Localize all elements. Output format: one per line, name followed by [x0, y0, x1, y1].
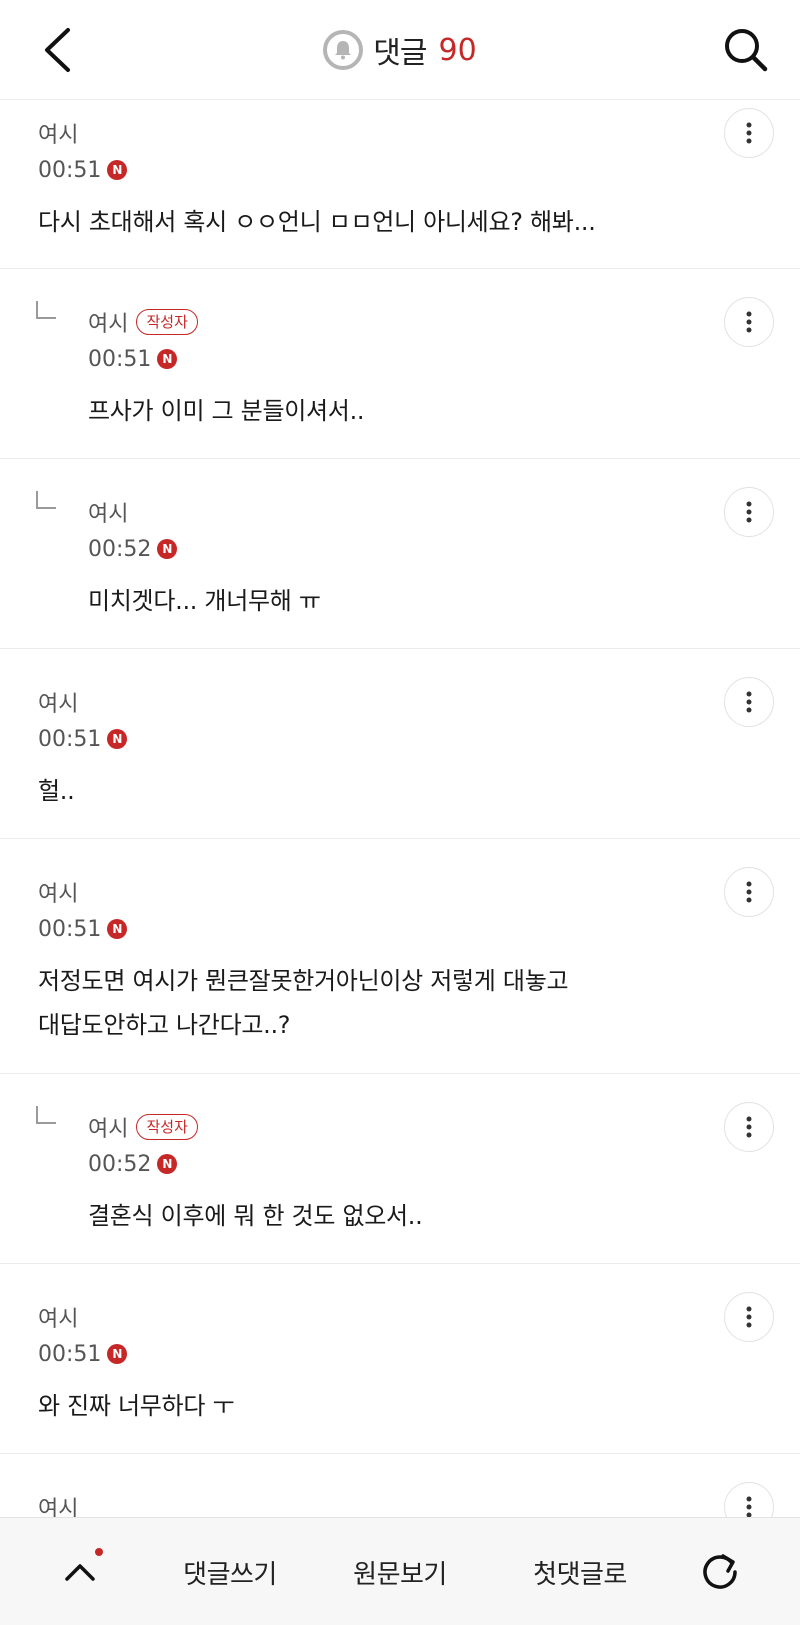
- comment-time: 00:51: [38, 726, 102, 752]
- comment-time: 00:52: [88, 1151, 152, 1177]
- comment-time: 00:51: [38, 157, 102, 183]
- new-badge: N: [107, 729, 128, 749]
- author-name[interactable]: 여시: [88, 496, 128, 528]
- refresh-icon: [703, 1554, 737, 1589]
- more-options-button[interactable]: [724, 867, 774, 917]
- reply-item: 여시 00:52 N 미치겟다... 개너무해 ㅠ: [0, 459, 800, 649]
- author-name[interactable]: 여시: [88, 306, 128, 338]
- comment-text: 결혼식 이후에 뭐 한 것도 없오서..: [88, 1202, 423, 1230]
- comment-text: 프사가 이미 그 분들이셔서..: [88, 397, 365, 425]
- comment-body: 여시 00:51 N 저정도면 여시가 뭔큰잘못한거아닌이상 저렇게 대놓고 대…: [38, 875, 690, 1047]
- search-icon: [725, 29, 768, 72]
- comments-title-group: 댓글 90: [0, 26, 800, 74]
- comment-body: 여시 00:51 N 헐..: [38, 685, 690, 813]
- time-row: 00:52 N: [88, 531, 690, 567]
- author-name[interactable]: 여시: [88, 1111, 128, 1143]
- bell-icon[interactable]: [323, 30, 364, 70]
- reply-item: 여시 작성자 00:52 N 결혼식 이후에 뭐 한 것도 없오서..: [0, 1074, 800, 1264]
- comment-time: 00:51: [38, 1341, 102, 1367]
- author-row: 여시: [38, 1300, 690, 1334]
- comment-time: 00:52: [88, 536, 152, 562]
- new-badge: N: [157, 349, 178, 369]
- comment-body: 여시 작성자 00:51 N 프사가 이미 그 분들이셔서..: [88, 305, 690, 433]
- bottom-toolbar: 댓글쓰기 원문보기 첫댓글로: [0, 1517, 800, 1625]
- comment-text-line: 저정도면 여시가 뭔큰잘못한거아닌이상 저렇게 대놓고: [38, 967, 569, 995]
- comment-text: 미치겟다... 개너무해 ㅠ: [88, 587, 321, 615]
- comment-time: 00:51: [88, 346, 152, 372]
- author-row: 여시: [38, 685, 690, 719]
- author-name[interactable]: 여시: [38, 117, 78, 149]
- more-options-button[interactable]: [724, 1292, 774, 1342]
- comment-body: 여시 00:51 N 다시 초대해서 혹시 ㅇㅇ언니 ㅁㅁ언니 아니세요? 해봐…: [38, 116, 690, 244]
- author-name[interactable]: 여시: [38, 876, 78, 908]
- comment-text: 와 진짜 너무하다 ㅜ: [38, 1392, 235, 1420]
- more-options-button[interactable]: [724, 108, 774, 158]
- author-row: 여시 작성자: [88, 305, 690, 339]
- reply-item: 여시 작성자 00:51 N 프사가 이미 그 분들이셔서..: [0, 269, 800, 459]
- time-row: 00:51 N: [38, 721, 690, 757]
- author-name[interactable]: 여시: [38, 686, 78, 718]
- time-row: 00:51 N: [88, 341, 690, 377]
- author-badge: 작성자: [136, 1114, 198, 1140]
- comment-item: 여시 00:51 N 저정도면 여시가 뭔큰잘못한거아닌이상 저렇게 대놓고 대…: [0, 839, 800, 1074]
- reply-indicator-icon: [36, 301, 56, 319]
- chevron-up-icon: [65, 1564, 95, 1581]
- comment-text: 저정도면 여시가 뭔큰잘못한거아닌이상 저렇게 대놓고 대답도안하고 나간다고.…: [38, 959, 690, 1047]
- page-title: 댓글: [373, 36, 427, 71]
- author-badge: 작성자: [136, 309, 198, 335]
- author-row: 여시: [38, 116, 690, 150]
- author-row: 여시: [88, 495, 690, 529]
- comment-body: 여시 00:51 N 와 진짜 너무하다 ㅜ: [38, 1300, 690, 1428]
- author-row: 여시 작성자: [88, 1110, 690, 1144]
- time-row: 00:51 N: [38, 911, 690, 947]
- more-vertical-icon: [746, 1116, 752, 1138]
- search-button[interactable]: [718, 22, 774, 78]
- new-badge: N: [157, 1154, 178, 1174]
- more-vertical-icon: [746, 881, 752, 903]
- more-vertical-icon: [746, 311, 752, 333]
- time-row: 00:52 N: [88, 1146, 690, 1182]
- author-row: 여시: [38, 875, 690, 909]
- comment-list: 여시 00:51 N 다시 초대해서 혹시 ㅇㅇ언니 ㅁㅁ언니 아니세요? 해봐…: [0, 100, 800, 1534]
- scroll-up-button[interactable]: [40, 1518, 120, 1625]
- more-options-button[interactable]: [724, 297, 774, 347]
- top-header: 댓글 90: [0, 0, 800, 100]
- more-vertical-icon: [746, 122, 752, 144]
- view-original-button[interactable]: 원문보기: [320, 1518, 480, 1625]
- comment-item: 여시 00:51 N 다시 초대해서 혹시 ㅇㅇ언니 ㅁㅁ언니 아니세요? 해봐…: [0, 100, 800, 269]
- comment-body: 여시 작성자 00:52 N 결혼식 이후에 뭐 한 것도 없오서..: [88, 1110, 690, 1238]
- new-badge: N: [107, 919, 128, 939]
- comment-text: 헐..: [38, 777, 75, 805]
- more-options-button[interactable]: [724, 1102, 774, 1152]
- first-comment-button[interactable]: 첫댓글로: [500, 1518, 660, 1625]
- notification-dot: [95, 1548, 103, 1556]
- more-vertical-icon: [746, 1496, 752, 1518]
- comment-item: 여시 00:51 N 와 진짜 너무하다 ㅜ: [0, 1264, 800, 1454]
- more-vertical-icon: [746, 1306, 752, 1328]
- more-vertical-icon: [746, 501, 752, 523]
- more-options-button[interactable]: [724, 677, 774, 727]
- comment-body: 여시 00:52 N 미치겟다... 개너무해 ㅠ: [88, 495, 690, 623]
- new-badge: N: [107, 160, 128, 180]
- more-vertical-icon: [746, 691, 752, 713]
- write-comment-button[interactable]: 댓글쓰기: [150, 1518, 310, 1625]
- time-row: 00:51 N: [38, 152, 690, 188]
- new-badge: N: [107, 1344, 128, 1364]
- comment-time: 00:51: [38, 916, 102, 942]
- comment-item: 여시 00:51 N 헐..: [0, 649, 800, 839]
- author-name[interactable]: 여시: [38, 1301, 78, 1333]
- time-row: 00:51 N: [38, 1336, 690, 1372]
- comment-count: 90: [438, 32, 477, 68]
- comment-text-line: 대답도안하고 나간다고..?: [38, 1011, 291, 1039]
- reply-indicator-icon: [36, 1106, 56, 1124]
- more-options-button[interactable]: [724, 487, 774, 537]
- refresh-button[interactable]: [680, 1518, 760, 1625]
- reply-indicator-icon: [36, 491, 56, 509]
- comment-text: 다시 초대해서 혹시 ㅇㅇ언니 ㅁㅁ언니 아니세요? 해봐...: [38, 208, 596, 236]
- new-badge: N: [157, 539, 178, 559]
